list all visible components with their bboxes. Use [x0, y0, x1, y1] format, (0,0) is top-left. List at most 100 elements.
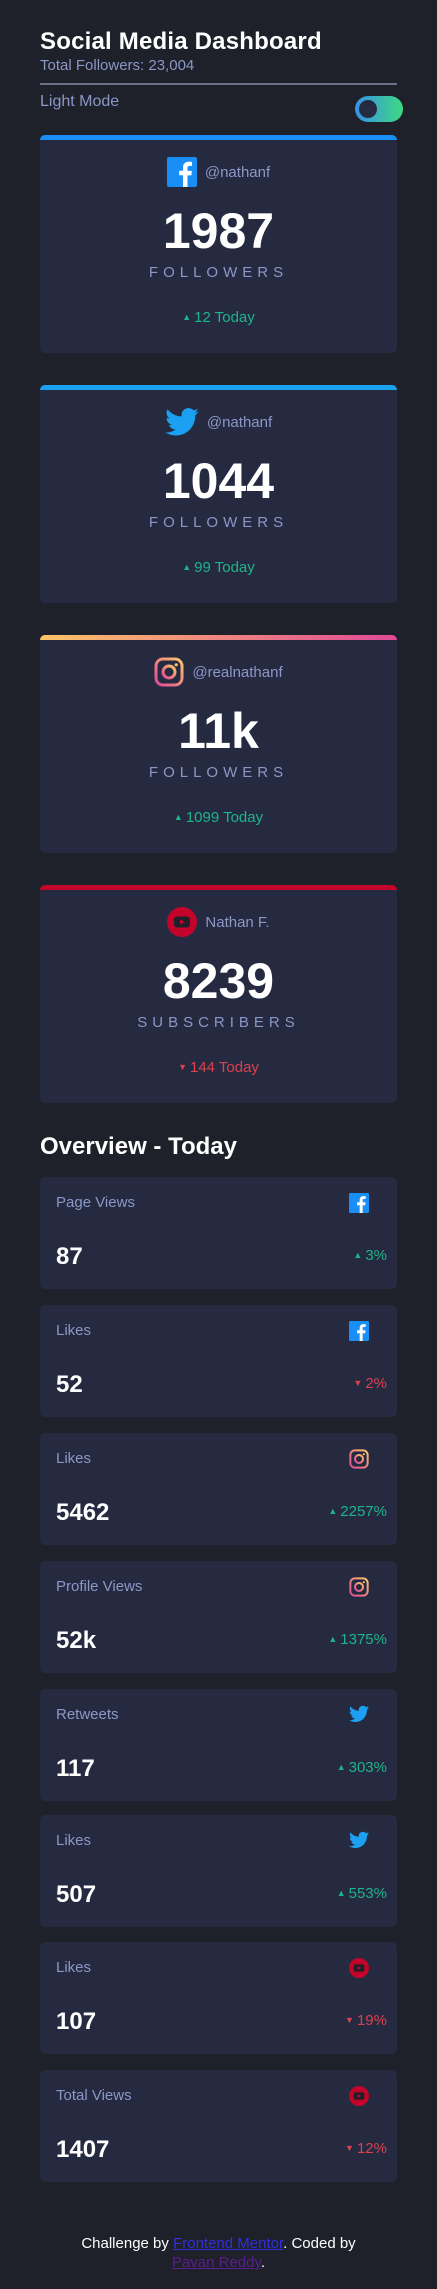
overview-change-text: 1375%: [340, 1631, 387, 1648]
overview-label: Retweets: [56, 1706, 119, 1723]
overview-value: 52: [56, 1371, 83, 1398]
twitter-icon: [165, 408, 199, 436]
card-handle[interactable]: @nathanf: [205, 164, 270, 181]
arrow-down-icon: ▼: [353, 1378, 363, 1389]
instagram-icon: [349, 1449, 369, 1469]
mode-row: Light Mode: [40, 93, 403, 122]
overview-change: ▼ 2%: [353, 1375, 387, 1392]
card-today-text: 144 Today: [189, 1059, 259, 1076]
overview-card[interactable]: Likes 107 ▼ 19%: [40, 1942, 397, 2054]
card-accent-bar: [40, 135, 397, 140]
youtube-icon: [349, 2086, 369, 2106]
facebook-icon: [349, 1193, 369, 1213]
arrow-down-icon: ▼: [345, 2015, 354, 2026]
overview-change-text: 303%: [348, 1759, 387, 1776]
overview-value: 107: [56, 2008, 97, 2035]
arrow-up-icon: ▲: [182, 312, 192, 323]
card-accent-bar: [40, 385, 397, 390]
arrow-down-icon: ▼: [345, 2143, 354, 2154]
theme-toggle[interactable]: [355, 96, 403, 122]
overview-card[interactable]: Likes 52 ▼ 2%: [40, 1305, 397, 1417]
overview-card[interactable]: Retweets 117 ▲ 303%: [40, 1689, 397, 1801]
frontend-mentor-link[interactable]: Frontend Mentor: [173, 2235, 283, 2252]
overview-card[interactable]: Likes 5462 ▲ 2257%: [40, 1433, 397, 1545]
overview-change-text: 2257%: [340, 1503, 387, 1520]
facebook-icon: [349, 1321, 369, 1341]
arrow-up-icon: ▲: [328, 1506, 338, 1517]
overview-change: ▼ 19%: [345, 2012, 387, 2029]
header-divider: [40, 83, 397, 85]
card-today: ▲ 12 Today: [40, 309, 397, 326]
card-today-text: 12 Today: [194, 309, 255, 326]
overview-card[interactable]: Likes 507 ▲ 553%: [40, 1815, 397, 1927]
youtube-icon: [349, 1958, 369, 1978]
arrow-up-icon: ▲: [353, 1250, 363, 1261]
card-count: 1044: [162, 453, 275, 509]
card-count: 1987: [162, 203, 275, 259]
overview-card[interactable]: Profile Views 52k ▲ 1375%: [40, 1561, 397, 1673]
footer-middle: . Coded by: [283, 2235, 356, 2252]
overview-label: Likes: [56, 1959, 92, 1976]
overview-label: Likes: [56, 1450, 92, 1467]
mode-label: Light Mode: [40, 93, 120, 110]
overview-change-text: 553%: [348, 1885, 387, 1902]
footer-suffix: .: [260, 2254, 266, 2271]
arrow-up-icon: ▲: [336, 1762, 346, 1773]
overview-value: 5462: [56, 1499, 110, 1526]
header: Social Media Dashboard Total Followers: …: [40, 28, 397, 74]
youtube-icon: [167, 907, 198, 937]
footer-prefix: Challenge by: [81, 2235, 174, 2252]
author-link[interactable]: Pavan Reddy: [172, 2254, 261, 2271]
arrow-down-icon: ▼: [178, 1062, 187, 1073]
instagram-icon: [349, 1577, 369, 1597]
overview-value: 52k: [56, 1627, 97, 1654]
page-title: Social Media Dashboard: [40, 28, 322, 55]
facebook-icon: [166, 157, 197, 187]
overview-card[interactable]: Total Views 1407 ▼ 12%: [40, 2070, 397, 2182]
followers-card-instagram: @realnathanf 11k FOLLOWERS ▲ 1099 Today: [40, 635, 397, 853]
card-count: 8239: [162, 953, 275, 1009]
overview-change-text: 19%: [356, 2012, 387, 2029]
overview-value: 87: [56, 1243, 83, 1270]
card-label: SUBSCRIBERS: [137, 1014, 300, 1031]
card-accent-bar: [40, 885, 397, 890]
overview-label: Total Views: [56, 2087, 132, 2104]
overview-change: ▲ 553%: [337, 1885, 387, 1902]
overview-change: ▲ 3%: [353, 1247, 387, 1264]
overview-change-text: 12%: [356, 2140, 387, 2157]
card-label: FOLLOWERS: [148, 514, 289, 531]
arrow-up-icon: ▲: [173, 812, 183, 823]
overview-value: 507: [56, 1881, 97, 1908]
card-label: FOLLOWERS: [148, 764, 289, 781]
card-handle-row: @nathanf: [40, 157, 397, 187]
attribution-footer: Challenge by Frontend Mentor. Coded by P…: [0, 2234, 437, 2272]
followers-card-facebook: @nathanf 1987 FOLLOWERS ▲ 12 Today: [40, 135, 397, 353]
overview-change: ▲ 303%: [337, 1759, 387, 1776]
twitter-icon: [349, 1831, 369, 1851]
card-handle[interactable]: Nathan F.: [205, 914, 269, 931]
instagram-icon: [154, 657, 184, 687]
twitter-icon: [349, 1705, 369, 1725]
card-today-text: 1099 Today: [185, 809, 264, 826]
card-handle-row: @nathanf: [40, 407, 397, 437]
overview-label: Page Views: [56, 1194, 135, 1211]
arrow-up-icon: ▲: [328, 1634, 338, 1645]
overview-change: ▲ 2257%: [328, 1503, 387, 1520]
card-today: ▼ 144 Today: [40, 1059, 397, 1076]
card-count: 11k: [178, 703, 259, 759]
overview-value: 117: [56, 1755, 95, 1782]
overview-card[interactable]: Page Views 87 ▲ 3%: [40, 1177, 397, 1289]
card-handle[interactable]: @nathanf: [207, 414, 272, 431]
card-accent-bar: [40, 635, 397, 640]
arrow-up-icon: ▲: [182, 562, 192, 573]
followers-card-twitter: @nathanf 1044 FOLLOWERS ▲ 99 Today: [40, 385, 397, 603]
card-handle-row: Nathan F.: [40, 907, 397, 937]
overview-label: Likes: [56, 1322, 92, 1339]
card-today: ▲ 99 Today: [40, 559, 397, 576]
card-label: FOLLOWERS: [148, 264, 289, 281]
card-today: ▲ 1099 Today: [40, 809, 397, 826]
total-followers: Total Followers: 23,004: [40, 57, 195, 74]
overview-change: ▼ 12%: [345, 2140, 387, 2157]
toggle-knob: [359, 100, 377, 118]
card-handle[interactable]: @realnathanf: [192, 664, 282, 681]
